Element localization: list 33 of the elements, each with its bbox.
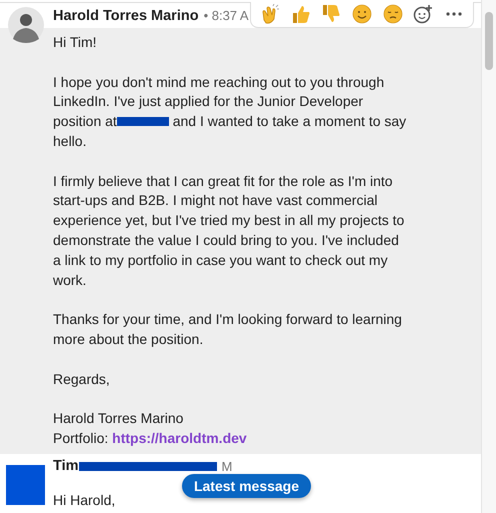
sad-face-icon[interactable] bbox=[382, 4, 403, 24]
message-text: experience yet, but I've tried my best in all my projects to bbox=[53, 211, 404, 230]
message-text: I firmly believe that I can great fit for the role as I'm into bbox=[53, 172, 393, 191]
timestamp: M bbox=[222, 458, 232, 474]
add-emoji-icon[interactable] bbox=[413, 4, 434, 24]
message-text: Regards, bbox=[53, 370, 110, 389]
clapping-hands-icon[interactable] bbox=[260, 4, 280, 24]
message-text: more about the position. bbox=[53, 330, 204, 349]
redaction-mark bbox=[116, 117, 169, 126]
timestamp: • 8:37 A bbox=[204, 8, 249, 23]
message-text: hello. bbox=[53, 132, 86, 151]
message-text: Harold Torres Marino bbox=[53, 409, 184, 428]
message-text: demonstrate the value I could bring to you. I've included bbox=[53, 230, 399, 250]
message-text: work. bbox=[53, 270, 86, 290]
sender-name[interactable]: Tim bbox=[53, 458, 79, 474]
thumbs-up-icon[interactable] bbox=[290, 4, 311, 24]
latest-message-button[interactable]: Latest message bbox=[182, 474, 311, 498]
message-text: position at bbox=[53, 113, 117, 130]
smiley-icon[interactable] bbox=[352, 4, 372, 24]
message-text: start-ups and B2B. I might not have vast commercial bbox=[53, 191, 378, 210]
message-text: Hi Tim! bbox=[53, 33, 97, 52]
scrollbar-thumb[interactable] bbox=[485, 12, 494, 70]
message-text: Hi Harold, bbox=[53, 490, 116, 510]
message-text: Portfolio: bbox=[53, 430, 110, 446]
message-text: a link to my portfolio in case you want to check out my bbox=[53, 250, 388, 270]
message-text: LinkedIn. I've just applied for the Junior Developer bbox=[53, 92, 364, 112]
sender-name[interactable]: Harold Torres Marino bbox=[53, 8, 199, 24]
message-text: and I wanted to take a moment to say bbox=[172, 113, 406, 130]
redaction-mark bbox=[6, 464, 45, 505]
portfolio-link[interactable]: https://haroldtm.dev bbox=[112, 430, 247, 446]
message-text: Thanks for your time, and I'm looking forward to learning bbox=[53, 310, 402, 330]
message-text: I hope you don't mind me reaching out to you through bbox=[53, 72, 384, 92]
thumbs-down-icon[interactable] bbox=[321, 4, 342, 24]
